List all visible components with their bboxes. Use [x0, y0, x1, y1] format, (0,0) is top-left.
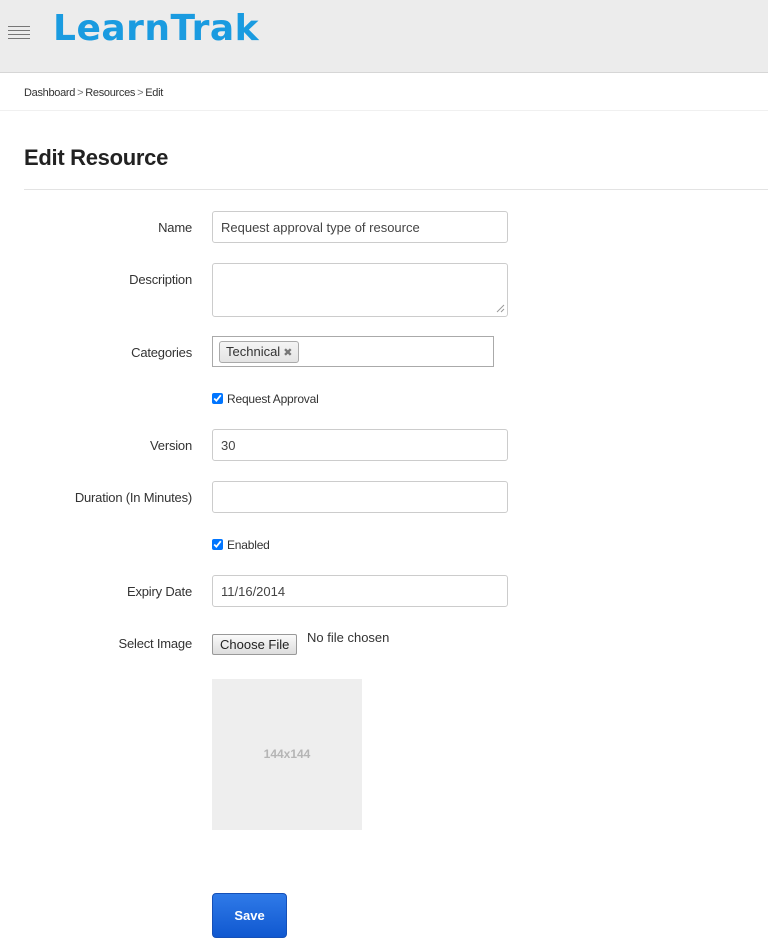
save-button[interactable]: Save [212, 893, 287, 938]
image-thumbnail-placeholder: 144x144 [212, 679, 362, 830]
request-approval-option[interactable]: Request Approval [212, 392, 319, 406]
description-textarea[interactable] [212, 263, 508, 317]
page-title: Edit Resource [24, 145, 169, 170]
breadcrumb-separator: > [137, 87, 144, 99]
categories-input[interactable]: Technical ✖ [212, 336, 494, 367]
request-approval-label: Request Approval [227, 392, 319, 406]
enabled-option[interactable]: Enabled [212, 538, 270, 552]
duration-label: Duration (In Minutes) [74, 490, 192, 505]
name-label: Name [158, 220, 192, 235]
hamburger-icon[interactable] [8, 26, 30, 40]
expiry-date-label: Expiry Date [127, 584, 192, 599]
request-approval-checkbox[interactable] [212, 393, 223, 404]
version-input[interactable] [212, 429, 508, 461]
thumbnail-size-label: 144x144 [263, 747, 311, 761]
brand-logo[interactable]: LearnTrak [53, 8, 259, 49]
breadcrumb-dashboard[interactable]: Dashboard [24, 87, 75, 99]
expiry-date-input[interactable] [212, 575, 508, 607]
select-image-label: Select Image [118, 636, 193, 651]
duration-input[interactable] [212, 481, 508, 513]
file-status-text: No file chosen [307, 630, 390, 645]
categories-label: Categories [131, 345, 192, 360]
choose-file-button[interactable]: Choose File [212, 634, 298, 655]
enabled-checkbox[interactable] [212, 539, 223, 550]
breadcrumb-separator: > [77, 87, 84, 99]
breadcrumb-current: Edit [145, 87, 164, 99]
enabled-label: Enabled [227, 538, 270, 552]
version-label: Version [150, 438, 192, 453]
name-input[interactable] [212, 211, 508, 243]
app-header: LearnTrak [0, 0, 768, 73]
category-tag-label: Technical [226, 344, 281, 359]
description-label: Description [129, 272, 192, 287]
breadcrumb-resources[interactable]: Resources [85, 87, 135, 99]
remove-tag-icon[interactable]: ✖ [283, 347, 292, 359]
category-tag: Technical ✖ [219, 341, 300, 363]
breadcrumb: Dashboard > Resources > Edit [24, 87, 163, 99]
breadcrumb-divider [0, 110, 768, 111]
title-divider [24, 189, 768, 190]
